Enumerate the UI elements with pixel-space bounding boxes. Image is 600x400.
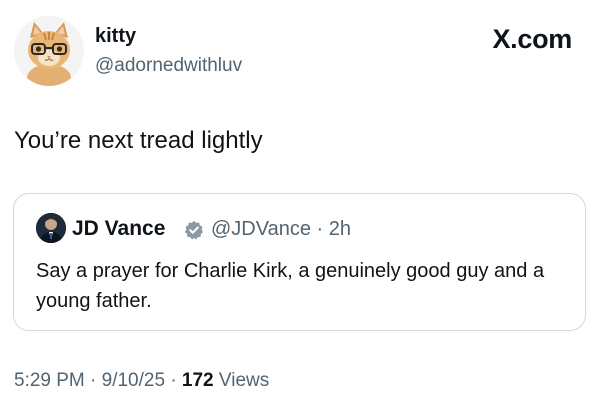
post-meta: 5:29 PM · 9/10/25 · 172 Views <box>14 369 269 393</box>
quoted-author-display-name[interactable]: JD Vance <box>72 216 165 242</box>
views-label: Views <box>213 370 270 391</box>
views-count: 172 <box>181 370 214 391</box>
quoted-author-handle-time[interactable]: @JDVance · 2h <box>211 216 351 242</box>
brand-label: X.com <box>492 24 572 54</box>
person-avatar-icon <box>36 213 66 243</box>
author-avatar[interactable] <box>14 16 84 86</box>
quoted-post[interactable]: JD Vance @JDVance · 2h Say a prayer for … <box>13 193 586 331</box>
brand-watermark: X.com <box>492 24 572 54</box>
post-text: You’re next tread lightly <box>14 127 263 154</box>
post-card: kitty @adornedwithluv X.com You’re next … <box>0 0 600 400</box>
cat-avatar-icon <box>14 16 84 86</box>
author-handle[interactable]: @adornedwithluv <box>95 54 242 78</box>
verified-badge-icon <box>184 220 204 240</box>
post-timestamp[interactable]: 5:29 PM · 9/10/25 · <box>14 370 182 391</box>
author-display-name[interactable]: kitty <box>95 24 136 48</box>
quoted-author-avatar[interactable] <box>36 213 66 243</box>
quoted-post-text: Say a prayer for Charlie Kirk, a genuine… <box>36 260 545 312</box>
